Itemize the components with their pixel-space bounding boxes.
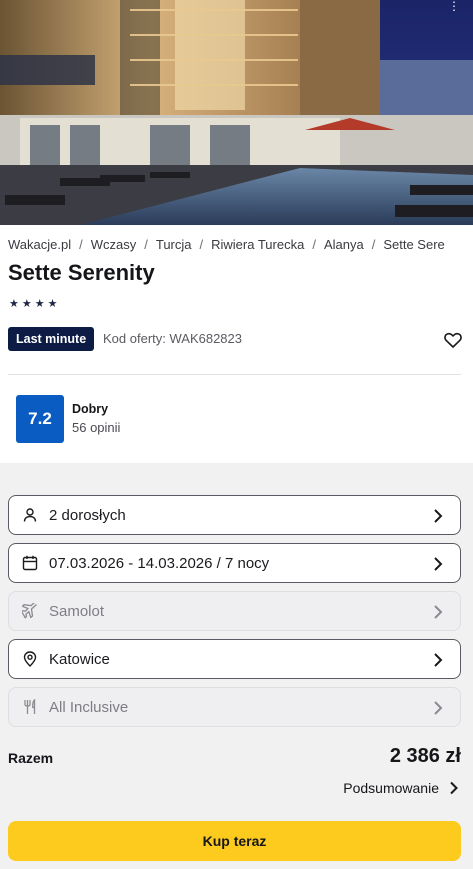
person-icon	[23, 508, 37, 522]
chevron-right-icon	[450, 781, 458, 795]
last-minute-badge: Last minute	[8, 327, 95, 351]
star-icon: ★	[9, 298, 22, 310]
rating-label: Dobry	[72, 402, 109, 416]
cutlery-icon	[24, 699, 36, 714]
chevron-right-icon	[434, 653, 443, 667]
chevron-right-icon	[434, 509, 443, 523]
breadcrumb-item-current: Sette Sere	[383, 237, 445, 252]
divider	[8, 374, 461, 375]
chevron-right-icon	[434, 557, 443, 571]
rating-score: 7.2	[16, 395, 64, 443]
travelers-selector[interactable]: 2 dorosłych	[8, 495, 461, 535]
chevron-right-icon	[434, 701, 443, 715]
breadcrumb: Wakacje.pl / Wczasy / Turcja / Riwiera Turecka…	[8, 237, 473, 252]
departure-city-selector[interactable]: Katowice	[8, 639, 461, 679]
buy-now-button[interactable]: Kup teraz	[8, 821, 461, 861]
travelers-label: 2 dorosłych	[49, 507, 126, 524]
breadcrumb-item[interactable]: Wczasy	[91, 237, 137, 252]
breadcrumb-item[interactable]: Alanya	[324, 237, 364, 252]
breadcrumb-separator: /	[371, 237, 376, 252]
breadcrumb-separator: /	[144, 237, 148, 252]
hotel-photo-image	[0, 0, 473, 225]
hotel-photo[interactable]: ⋮	[0, 0, 473, 225]
star-icon: ★	[21, 298, 35, 310]
board-type-selector: All Inclusive	[8, 687, 461, 727]
offer-code: Kod oferty: WAK682823	[103, 331, 242, 346]
breadcrumb-item[interactable]: Wakacje.pl	[8, 237, 71, 252]
heart-icon[interactable]	[443, 330, 463, 350]
star-rating: ★★★★	[9, 297, 61, 310]
summary-link[interactable]: Podsumowanie	[343, 780, 459, 796]
hotel-name: Sette Serenity	[8, 260, 155, 285]
board-type-label: All Inclusive	[49, 699, 129, 716]
breadcrumb-item[interactable]: Riwiera Turecka	[211, 237, 304, 252]
plane-icon	[22, 603, 37, 619]
breadcrumb-separator: /	[199, 237, 204, 252]
summary-link-label: Podsumowanie	[343, 780, 439, 796]
breadcrumb-item[interactable]: Turcja	[156, 237, 192, 252]
total-label: Razem	[8, 750, 54, 766]
location-pin-icon	[23, 651, 37, 667]
hotel-info-section: Wakacje.pl / Wczasy / Turcja / Riwiera Turecka…	[0, 225, 473, 463]
breadcrumb-separator: /	[312, 237, 316, 252]
departure-city-label: Katowice	[49, 651, 110, 668]
star-icon: ★	[34, 298, 48, 310]
chevron-right-icon	[434, 605, 443, 619]
breadcrumb-separator: /	[79, 237, 83, 252]
reviews-link[interactable]: 56 opinii	[72, 420, 120, 435]
calendar-icon	[22, 555, 38, 571]
transport-label: Samolot	[49, 603, 105, 620]
total-price: 2 386 zł	[389, 745, 461, 767]
dates-selector[interactable]: 07.03.2026 - 14.03.2026 / 7 nocy	[8, 543, 461, 583]
dates-label: 07.03.2026 - 14.03.2026 / 7 nocy	[49, 555, 270, 572]
transport-selector: Samolot	[8, 591, 461, 631]
star-icon: ★	[47, 298, 61, 310]
more-vertical-icon[interactable]: ⋮	[448, 0, 460, 12]
